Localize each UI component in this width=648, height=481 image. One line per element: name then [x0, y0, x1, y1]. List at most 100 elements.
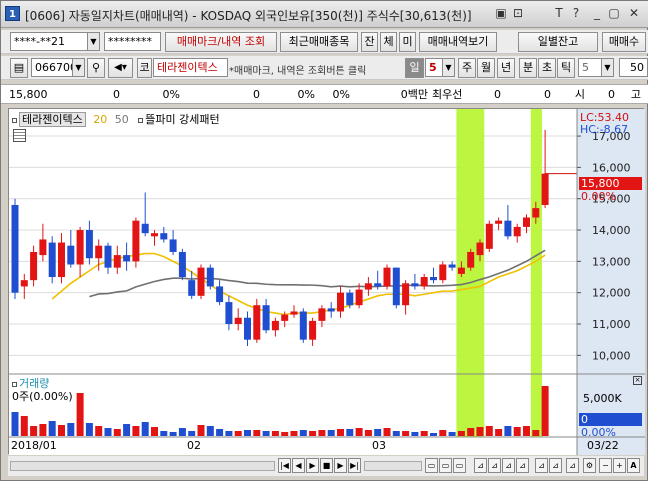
trade-history-button[interactable]: 매매내역보기 [419, 32, 497, 52]
volume-current-marker: 0 [579, 413, 642, 426]
balance-button[interactable]: 잔 [361, 32, 378, 52]
candle-body [392, 267, 400, 306]
candle-body [402, 283, 410, 306]
volume-tick: 5,000K [583, 392, 622, 405]
tool-7-icon[interactable]: ⊿ [516, 458, 529, 473]
table-view-icon[interactable] [13, 129, 26, 142]
scroll-track[interactable] [10, 461, 275, 471]
daily-balance-button[interactable]: 일별잔고 [518, 32, 598, 52]
tab-month[interactable]: 월 [477, 58, 495, 78]
volume-bar [346, 429, 354, 436]
tool-9-icon[interactable]: ⊿ [549, 458, 562, 473]
period-day-button[interactable]: 일 [405, 58, 424, 78]
volume-bar [178, 428, 186, 436]
play-icon[interactable]: ▶ [306, 458, 319, 473]
tab-second[interactable]: 초 [538, 58, 556, 78]
candle-body [160, 233, 168, 240]
tab-minute[interactable]: 분 [519, 58, 537, 78]
price-tick-label: 11,000 [592, 318, 631, 331]
main-window: 1 [0606] 자동일지차트(매매내역) - KOSDAQ 외국인보유[350… [0, 0, 648, 481]
volume-bar [225, 431, 233, 436]
tool-5-icon[interactable]: ⊿ [488, 458, 501, 473]
tick-dropdown-icon[interactable]: ▼ [601, 58, 614, 77]
prev-icon[interactable]: ◀ [292, 458, 305, 473]
maximize-button[interactable]: ▢ [607, 6, 621, 21]
candle-body [337, 292, 344, 312]
executed-button[interactable]: 체 [380, 32, 397, 52]
volume-bar [392, 431, 400, 436]
period-value-field[interactable]: 5 [425, 58, 443, 77]
tab-tick[interactable]: 틱 [557, 58, 575, 78]
volume-bar [523, 426, 530, 436]
stock-list-icon[interactable]: ▤ [10, 58, 28, 78]
candle-body [113, 255, 121, 268]
current-price-pct: 0.00% [581, 190, 616, 203]
minimize-button[interactable]: _ [590, 6, 604, 21]
best-ask: 0 [494, 88, 501, 101]
legend-ma50[interactable]: 50 [115, 113, 129, 126]
legend-box-icon[interactable] [12, 118, 17, 123]
code-dropdown-icon[interactable]: ▼ [72, 58, 85, 77]
candle-body [11, 204, 19, 293]
stop-icon[interactable]: ■ [320, 458, 333, 473]
legend-box-icon[interactable] [12, 382, 17, 387]
zoom-out-icon[interactable]: − [599, 458, 612, 473]
tick-value-field[interactable]: 5 [578, 58, 602, 77]
volume-bar [169, 432, 177, 436]
zoom-in-icon[interactable]: + [613, 458, 626, 473]
volume-bar [309, 431, 317, 436]
change-value: 0 [113, 88, 120, 101]
navigation-bar: |◀ ◀ ▶ ■ ▶ ▶| ▭ ▭ ▭ ⊿ ⊿ ⊿ ⊿ ⊿ ⊿ ⊿ ⚙ − + … [8, 456, 644, 476]
legend-box-icon[interactable] [138, 118, 144, 123]
first-icon[interactable]: |◀ [278, 458, 291, 473]
volume-bar [355, 428, 363, 436]
speaker-icon[interactable]: ◀▾ [108, 58, 133, 78]
volume-bar [234, 431, 242, 436]
chart-area[interactable]: 17,000 16,000 15,000 14,000 13,000 12,000 11,0… [8, 108, 645, 455]
search-icon[interactable]: ⚲ [87, 58, 105, 78]
legend-ma20[interactable]: 20 [93, 113, 107, 126]
trade-button[interactable]: 매매수 [602, 32, 646, 52]
close-button[interactable]: ✕ [627, 6, 641, 21]
legend-pattern[interactable]: 뜰파미 강세패턴 [145, 113, 219, 126]
stock-name-field[interactable]: 테라젠이텍스 [153, 58, 228, 77]
tool-8-icon[interactable]: ⊿ [535, 458, 548, 473]
unexecuted-button[interactable]: 미 [399, 32, 416, 52]
candle-body [411, 283, 419, 287]
period-dropdown-icon[interactable]: ▼ [442, 58, 455, 77]
candle-body [430, 277, 437, 281]
account-field[interactable]: ****-**21 [10, 32, 88, 51]
pane-close-icon[interactable]: × [633, 376, 642, 385]
price-volume-chart[interactable]: 17,00016,00015,00014,00013,00012,00011,0… [9, 109, 645, 455]
tool-1-icon[interactable]: ▭ [425, 458, 438, 473]
candle-body [95, 245, 103, 259]
zoom-slider[interactable] [364, 461, 422, 471]
auto-scale-icon[interactable]: A [627, 458, 640, 473]
tool-3-icon[interactable]: ▭ [453, 458, 466, 473]
count-field[interactable]: 50 [619, 58, 648, 77]
help-icon[interactable]: ? [569, 6, 583, 21]
next-icon[interactable]: ▶ [334, 458, 347, 473]
tool-6-icon[interactable]: ⊿ [502, 458, 515, 473]
recent-trades-button[interactable]: 최근매매종목 [280, 32, 358, 52]
legend-stock-name[interactable]: 테라젠이텍스 [19, 112, 86, 127]
open-label: 시 [574, 88, 585, 101]
candle-body [290, 311, 298, 315]
password-field[interactable]: ******** [104, 32, 161, 51]
capture-icon[interactable]: ⊡ [511, 6, 525, 21]
settings-icon[interactable]: ⚙ [583, 458, 596, 473]
tool-4-icon[interactable]: ⊿ [474, 458, 487, 473]
link-icon[interactable]: ▣ [494, 6, 508, 21]
tool-10-icon[interactable]: ⊿ [566, 458, 579, 473]
font-icon[interactable]: T [552, 6, 566, 21]
stock-code-field[interactable]: 066700 [31, 58, 73, 77]
tab-week[interactable]: 주 [458, 58, 476, 78]
candle-body [151, 233, 158, 237]
volume-bar [197, 425, 205, 436]
tab-year[interactable]: 년 [497, 58, 515, 78]
last-icon[interactable]: ▶| [348, 458, 361, 473]
tool-2-icon[interactable]: ▭ [439, 458, 452, 473]
trade-mark-query-button[interactable]: 매매마크/내역 조회 [165, 32, 277, 52]
volume-bar [104, 428, 112, 436]
account-dropdown-icon[interactable]: ▼ [87, 32, 100, 51]
